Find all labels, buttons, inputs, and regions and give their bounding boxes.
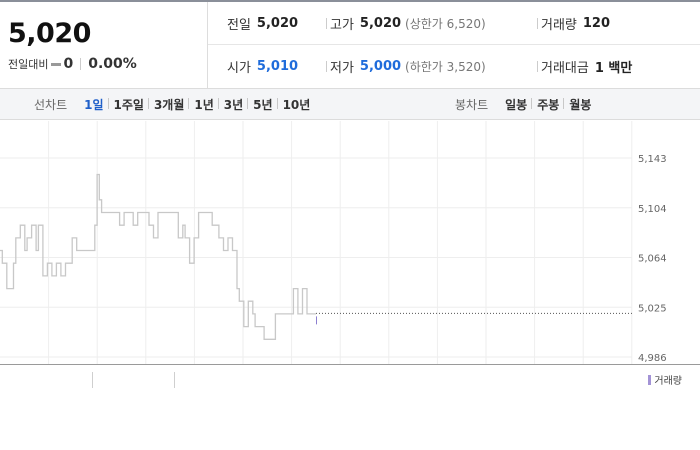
quote-info-row: 시가 5,010 저가 5,000 (하한가 3,520) 거래대금 1 백만 [208,45,700,88]
candle-chart-label: 봉차트 [455,97,489,112]
change-row: 전일대비 0 0.00% [8,56,137,72]
divider [80,58,82,70]
current-price: 5,020 [8,18,91,49]
price-chart: 5,143 5,104 5,064 5,025 4,986 [0,121,700,371]
tab-monthly-candle[interactable]: 월봉 [563,96,596,113]
prev-close-label: 전일 [227,18,251,33]
price-chart-svg: 5,143 5,104 5,064 5,025 4,986 [0,121,667,364]
y-axis-tick-label: 5,143 [638,154,667,165]
volume-tick [92,372,93,388]
volume-value: 120 [582,16,611,31]
lower-limit-note: (하한가 3,520) [405,60,486,74]
low-price: 저가 5,000 (하한가 3,520) [326,45,486,88]
change-label: 전일대비 [8,58,49,71]
tab-10year[interactable]: 10년 [276,96,316,113]
tab-3month[interactable]: 3개월 [147,96,189,113]
volume-divider [0,364,700,365]
trading-amount: 거래대금 1 백만 [536,45,633,88]
y-axis-tick-label: 4,986 [638,353,667,364]
change-value: 0 [63,56,74,72]
quote-info-row: 전일 5,020 고가 5,020 (상한가 6,520) 거래량 120 [208,2,700,45]
volume-swatch [648,374,652,385]
volume: 거래량 120 [536,2,611,45]
line-chart-label: 선차트 [34,97,68,112]
open-label: 시가 [227,61,251,76]
low-value: 5,000 [359,59,402,74]
tab-1year[interactable]: 1년 [188,96,218,113]
tab-5year[interactable]: 5년 [247,96,277,113]
volume-label: 거래량 [541,18,577,33]
change-rate: 0.00% [88,56,137,72]
tab-weekly-candle[interactable]: 주봉 [531,96,564,113]
price-panel: 5,020 전일대비 0 0.00% [0,2,208,88]
high-price: 고가 5,020 (상한가 6,520) [326,2,486,45]
tab-1day[interactable]: 1일 [79,96,108,113]
y-axis-tick-label: 5,104 [638,204,667,215]
prev-close: 전일 5,020 [227,2,298,45]
candle-chart-tabs: 봉차트 일봉 주봉 월봉 [455,89,596,119]
tab-daily-candle[interactable]: 일봉 [500,96,532,113]
unchanged-icon [51,62,62,66]
volume-legend-label: 거래량 [654,376,682,387]
amount-label: 거래대금 [541,61,589,76]
open-price: 시가 5,010 [227,45,298,88]
high-value: 5,020 [359,16,402,31]
low-label: 저가 [330,61,354,76]
prev-close-value: 5,020 [256,16,299,31]
open-value: 5,010 [256,59,299,74]
upper-limit-note: (상한가 6,520) [405,17,486,31]
line-chart-tabs: 선차트 1일 1주일 3개월 1년 3년 5년 10년 [34,89,315,119]
price-line [0,173,316,340]
volume-tick [174,372,175,388]
y-axis-tick-label: 5,025 [638,303,667,314]
y-axis-tick-label: 5,064 [638,254,667,265]
high-label: 고가 [330,18,354,33]
chart-tabbar: 선차트 1일 1주일 3개월 1년 3년 5년 10년 봉차트 일봉 주봉 월봉 [0,88,700,120]
tab-1week[interactable]: 1주일 [107,96,149,113]
tab-3year[interactable]: 3년 [217,96,248,113]
amount-value: 1 백만 [594,61,633,76]
volume-legend: 거래량 [648,372,682,387]
quote-info-grid: 전일 5,020 고가 5,020 (상한가 6,520) 거래량 120 시가… [208,2,700,88]
